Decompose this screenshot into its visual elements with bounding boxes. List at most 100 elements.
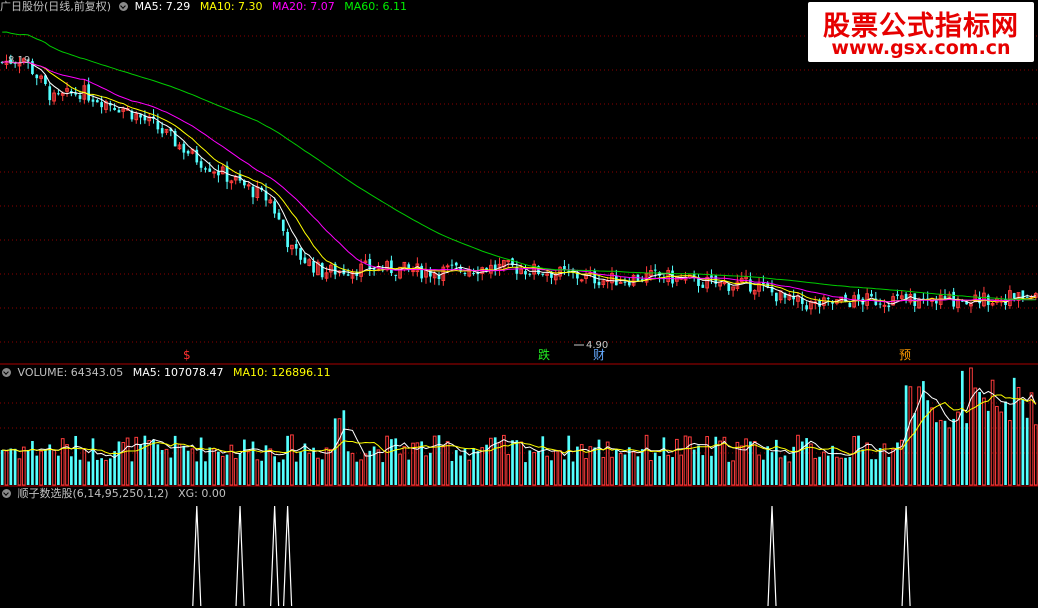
- volume-bar: [999, 411, 1004, 486]
- volume-bar: [255, 459, 260, 486]
- volume-bar: [666, 454, 671, 486]
- watermark-url: www.gsx.com.cn: [831, 37, 1011, 59]
- volume-bar: [48, 444, 52, 485]
- volume-bar: [125, 437, 130, 486]
- volume-bar: [722, 436, 727, 486]
- volume-bar: [299, 452, 302, 485]
- volume-bar: [78, 459, 82, 485]
- volume-bar: [130, 461, 134, 485]
- candle-body: [515, 267, 519, 274]
- volume-bar: [355, 461, 359, 485]
- volume-bar: [550, 460, 553, 485]
- volume-bar: [407, 459, 411, 485]
- volume-bar: [437, 435, 441, 485]
- signal-spike: [270, 505, 280, 607]
- volume-bar: [995, 405, 999, 486]
- main-chart-header: 广日股份(日线,前复权) MA5: 7.29 MA10: 7.30 MA20: …: [0, 0, 413, 14]
- volume-bar: [930, 407, 934, 486]
- volume-ma5-value: MA5: 107078.47: [132, 366, 224, 379]
- volume-bar: [631, 451, 636, 486]
- volume-bar: [502, 434, 506, 486]
- volume-bar: [320, 459, 324, 485]
- candle-body: [805, 305, 808, 310]
- marker-yu[interactable]: 预: [899, 349, 911, 362]
- settings-dot-icon[interactable]: [2, 489, 11, 498]
- volume-bar: [679, 454, 684, 486]
- candle-body: [623, 281, 627, 283]
- candle-body: [727, 283, 731, 291]
- settings-dot-icon[interactable]: [119, 2, 129, 11]
- candle-body: [78, 95, 82, 99]
- volume-bar: [960, 370, 964, 485]
- watermark-logo: 股票公式指标网 www.gsx.com.cn: [808, 2, 1034, 62]
- candle-body: [870, 293, 873, 297]
- volume-bar: [584, 458, 588, 486]
- volume-bar: [787, 461, 792, 486]
- volume-bar: [381, 462, 385, 485]
- marker-cai[interactable]: 财: [593, 349, 605, 362]
- stock-chart[interactable]: [0, 0, 1038, 608]
- candle-body: [524, 271, 527, 275]
- volume-bar: [0, 450, 4, 485]
- volume-bar: [1025, 417, 1029, 485]
- volume-bar: [965, 423, 968, 485]
- volume-bar: [420, 441, 424, 485]
- volume-bar: [986, 410, 990, 485]
- volume-bar: [44, 449, 47, 485]
- candle-body: [113, 107, 116, 111]
- volume-bar: [273, 456, 276, 485]
- candle-body: [57, 93, 60, 95]
- volume-bar: [727, 461, 731, 485]
- signal-spike: [192, 505, 202, 607]
- volume-bar: [796, 434, 800, 486]
- candle-body: [199, 161, 203, 168]
- settings-dot-icon[interactable]: [2, 368, 11, 377]
- volume-bar: [649, 460, 653, 486]
- candle-body: [774, 292, 778, 302]
- volume-bar: [246, 451, 251, 486]
- volume-bar: [524, 462, 527, 485]
- candle-body: [186, 150, 190, 154]
- volume-bar: [852, 436, 857, 486]
- volume-bar: [882, 443, 887, 486]
- volume-bar: [260, 460, 264, 485]
- candle-body: [204, 168, 207, 170]
- volume-bar: [593, 447, 597, 485]
- candle-body: [48, 86, 52, 101]
- volume-bar: [770, 452, 774, 485]
- volume-bar: [445, 441, 450, 486]
- volume-bar: [100, 458, 103, 485]
- volume-bar: [874, 459, 878, 485]
- volume-bar: [74, 435, 78, 485]
- candle-body: [294, 244, 298, 249]
- volume-bar: [627, 447, 631, 485]
- volume-bar: [376, 449, 381, 486]
- high-price-label: 8.19: [8, 55, 31, 66]
- candle-body: [826, 297, 830, 299]
- volume-bar: [636, 456, 640, 485]
- candle-body: [303, 257, 307, 263]
- candle-body: [887, 305, 891, 308]
- candle-body: [100, 102, 103, 108]
- volume-bar: [1004, 401, 1007, 485]
- volume-bar: [506, 454, 511, 486]
- volume-bar: [956, 411, 960, 486]
- volume-bar: [710, 455, 713, 485]
- volume-bar: [195, 461, 199, 485]
- volume-bar: [476, 451, 480, 485]
- volume-bar: [969, 367, 973, 486]
- volume-bar: [511, 440, 514, 485]
- volume-bar: [640, 449, 644, 485]
- marker-dollar[interactable]: $: [183, 349, 191, 362]
- volume-bar: [108, 458, 112, 485]
- volume-bar: [1012, 377, 1016, 485]
- candle-body: [91, 99, 95, 102]
- volume-bar: [199, 437, 203, 485]
- volume-bar: [52, 449, 56, 486]
- volume-bar: [891, 448, 895, 486]
- volume-bar: [973, 387, 978, 486]
- marker-die[interactable]: 跌: [538, 349, 550, 362]
- volume-bar: [857, 435, 860, 485]
- volume-bar: [9, 448, 13, 485]
- volume-bar: [935, 422, 938, 485]
